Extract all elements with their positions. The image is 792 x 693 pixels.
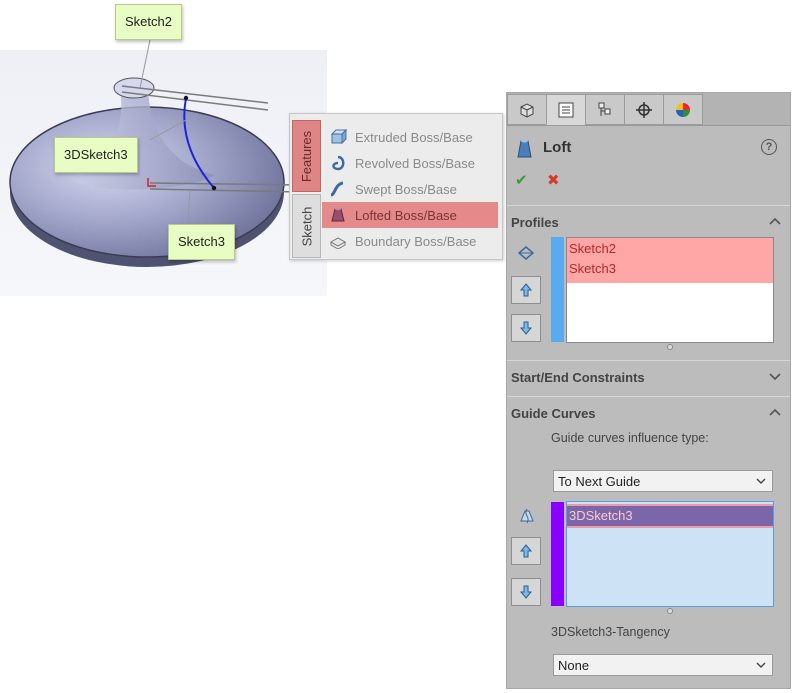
- arrow-up-icon: [519, 283, 533, 297]
- crosshair-icon: [636, 101, 652, 118]
- chevron-down-icon[interactable]: [768, 369, 782, 383]
- property-manager-title: Loft: [543, 139, 572, 156]
- guide-curves-list[interactable]: 3DSketch3: [566, 501, 774, 607]
- loft-feature-icon: [517, 139, 532, 158]
- cancel-button[interactable]: ✖: [547, 171, 560, 189]
- guide-move-up-button[interactable]: [511, 537, 541, 565]
- lofted-boss-base-button[interactable]: Lofted Boss/Base: [322, 202, 498, 228]
- swept-boss-base-button[interactable]: Swept Boss/Base: [322, 176, 498, 202]
- callout-sketch2[interactable]: Sketch2: [115, 4, 182, 40]
- profile-selection-icon: [517, 246, 535, 260]
- profile-move-down-button[interactable]: [511, 314, 541, 342]
- profile-item-sketch3[interactable]: Sketch3: [567, 259, 773, 279]
- extruded-boss-base-button[interactable]: Extruded Boss/Base: [322, 124, 498, 150]
- guide-curves-resize-handle[interactable]: [667, 608, 673, 614]
- guide-influence-select[interactable]: To Next Guide: [553, 470, 773, 492]
- revolve-icon: [328, 154, 348, 172]
- guide-influence-label: Guide curves influence type:: [551, 431, 709, 445]
- appearance-pie-icon: [676, 102, 690, 117]
- tab-property-manager[interactable]: [546, 94, 586, 125]
- loft-property-manager: Loft ? ✔ ✖ Profiles Sketch2 Sketch3 Star…: [506, 92, 791, 689]
- guide-curves-color-bar: [551, 502, 564, 606]
- chevron-down-icon: [756, 662, 766, 668]
- callout-sketch3[interactable]: Sketch3: [168, 224, 235, 260]
- guide-curve-selection-icon: [520, 508, 534, 524]
- loft-icon: [328, 206, 348, 224]
- ok-button[interactable]: ✔: [515, 171, 528, 189]
- feature-tree-icon: [520, 102, 534, 118]
- boundary-boss-base-button[interactable]: Boundary Boss/Base: [322, 228, 498, 254]
- chevron-down-icon: [756, 478, 766, 484]
- tab-features[interactable]: Features: [292, 120, 321, 192]
- command-manager-popup: Features Sketch Extruded Boss/Base Revol…: [289, 113, 503, 260]
- boundary-icon: [328, 232, 348, 250]
- profile-move-up-button[interactable]: [511, 276, 541, 304]
- callout-3dsketch3[interactable]: 3DSketch3: [54, 137, 138, 173]
- profiles-resize-handle[interactable]: [667, 344, 673, 350]
- help-icon[interactable]: ?: [761, 139, 777, 155]
- tab-feature-manager[interactable]: [507, 94, 547, 125]
- arrow-up-icon: [519, 544, 533, 558]
- tangency-label: 3DSketch3-Tangency: [551, 625, 670, 639]
- configuration-icon: [598, 102, 611, 116]
- arrow-down-icon: [519, 321, 533, 335]
- property-list-icon: [558, 102, 574, 117]
- model-scene: [9, 39, 301, 267]
- tab-sketch[interactable]: Sketch: [292, 194, 321, 258]
- tab-display-manager[interactable]: [663, 94, 703, 125]
- sweep-icon: [328, 180, 348, 198]
- guide-item-3dsketch3[interactable]: 3DSketch3: [567, 506, 773, 526]
- profiles-color-bar: [551, 237, 564, 342]
- tangency-select[interactable]: None: [553, 654, 773, 676]
- tab-dimxpert-manager[interactable]: [624, 94, 664, 125]
- arrow-down-icon: [519, 585, 533, 599]
- constraints-section-header[interactable]: Start/End Constraints: [507, 360, 790, 395]
- profiles-list[interactable]: Sketch2 Sketch3: [566, 237, 774, 343]
- manager-tabs: [507, 93, 790, 126]
- tab-configuration-manager[interactable]: [585, 94, 625, 125]
- guide-move-down-button[interactable]: [511, 578, 541, 606]
- profile-item-sketch2[interactable]: Sketch2: [567, 239, 773, 259]
- guide-curves-section-header[interactable]: Guide Curves: [507, 396, 790, 431]
- extrude-icon: [328, 128, 348, 146]
- profiles-section-header[interactable]: Profiles: [507, 205, 790, 240]
- chevron-up-icon[interactable]: [768, 214, 782, 228]
- revolved-boss-base-button[interactable]: Revolved Boss/Base: [322, 150, 498, 176]
- chevron-up-icon[interactable]: [768, 405, 782, 419]
